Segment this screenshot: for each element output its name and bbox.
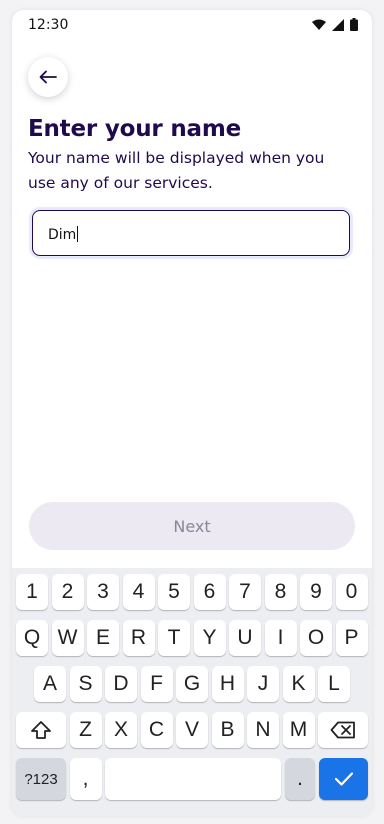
key-j[interactable]: J xyxy=(247,666,279,702)
key-m[interactable]: M xyxy=(282,712,315,748)
cellular-icon xyxy=(332,18,344,31)
period-key[interactable]: . xyxy=(285,758,315,800)
key-b[interactable]: B xyxy=(211,712,244,748)
key-z[interactable]: Z xyxy=(69,712,102,748)
key-l[interactable]: L xyxy=(318,666,350,702)
status-icons xyxy=(312,18,358,31)
key-i[interactable]: I xyxy=(264,620,297,656)
key-y[interactable]: Y xyxy=(193,620,226,656)
key-r[interactable]: R xyxy=(122,620,155,656)
key-k[interactable]: K xyxy=(282,666,315,702)
name-input[interactable]: Dim xyxy=(32,210,350,256)
backspace-icon xyxy=(330,721,355,739)
checkmark-icon xyxy=(334,772,353,786)
key-g[interactable]: G xyxy=(176,666,208,702)
key-0[interactable]: 0 xyxy=(335,574,368,610)
shift-key[interactable] xyxy=(16,712,66,748)
done-key[interactable] xyxy=(319,758,368,800)
keyboard: 1 2 3 4 5 6 7 8 9 0 Q W E R T Y U I O P … xyxy=(12,568,372,816)
key-5[interactable]: 5 xyxy=(158,574,190,610)
backspace-key[interactable] xyxy=(318,712,368,748)
key-8[interactable]: 8 xyxy=(264,574,297,610)
next-button[interactable]: Next xyxy=(29,502,355,550)
page-subtitle: Your name will be displayed when you use… xyxy=(28,149,325,192)
key-f[interactable]: F xyxy=(140,666,173,702)
key-o[interactable]: O xyxy=(300,620,332,656)
key-4[interactable]: 4 xyxy=(122,574,155,610)
page-title: Enter your name xyxy=(28,116,242,142)
key-a[interactable]: A xyxy=(34,666,66,702)
key-n[interactable]: N xyxy=(247,712,279,748)
key-3[interactable]: 3 xyxy=(87,574,119,610)
key-p[interactable]: P xyxy=(335,620,368,656)
key-w[interactable]: W xyxy=(51,620,84,656)
key-h[interactable]: H xyxy=(211,666,244,702)
status-time: 12:30 xyxy=(28,17,69,33)
key-s[interactable]: S xyxy=(69,666,102,702)
space-key[interactable] xyxy=(105,758,281,800)
key-1[interactable]: 1 xyxy=(16,574,48,610)
phone-screen: 12:30 Enter your name Your name will be … xyxy=(12,10,372,816)
key-c[interactable]: C xyxy=(140,712,173,748)
key-t[interactable]: T xyxy=(158,620,190,656)
key-q[interactable]: Q xyxy=(16,620,48,656)
comma-key[interactable]: , xyxy=(69,758,102,800)
back-arrow-icon xyxy=(39,70,57,84)
status-bar: 12:30 xyxy=(12,10,372,42)
key-u[interactable]: U xyxy=(229,620,261,656)
text-caret xyxy=(77,226,79,242)
key-9[interactable]: 9 xyxy=(300,574,332,610)
key-6[interactable]: 6 xyxy=(193,574,226,610)
key-x[interactable]: X xyxy=(105,712,137,748)
name-input-value: Dim xyxy=(48,226,79,243)
key-v[interactable]: V xyxy=(176,712,208,748)
key-d[interactable]: D xyxy=(105,666,137,702)
key-e[interactable]: E xyxy=(87,620,119,656)
shift-icon xyxy=(31,721,51,739)
wifi-icon xyxy=(312,19,326,30)
battery-icon xyxy=(350,18,358,31)
key-2[interactable]: 2 xyxy=(51,574,84,610)
key-7[interactable]: 7 xyxy=(229,574,261,610)
symbols-key[interactable]: ?123 xyxy=(16,758,66,800)
back-button[interactable] xyxy=(28,57,68,97)
